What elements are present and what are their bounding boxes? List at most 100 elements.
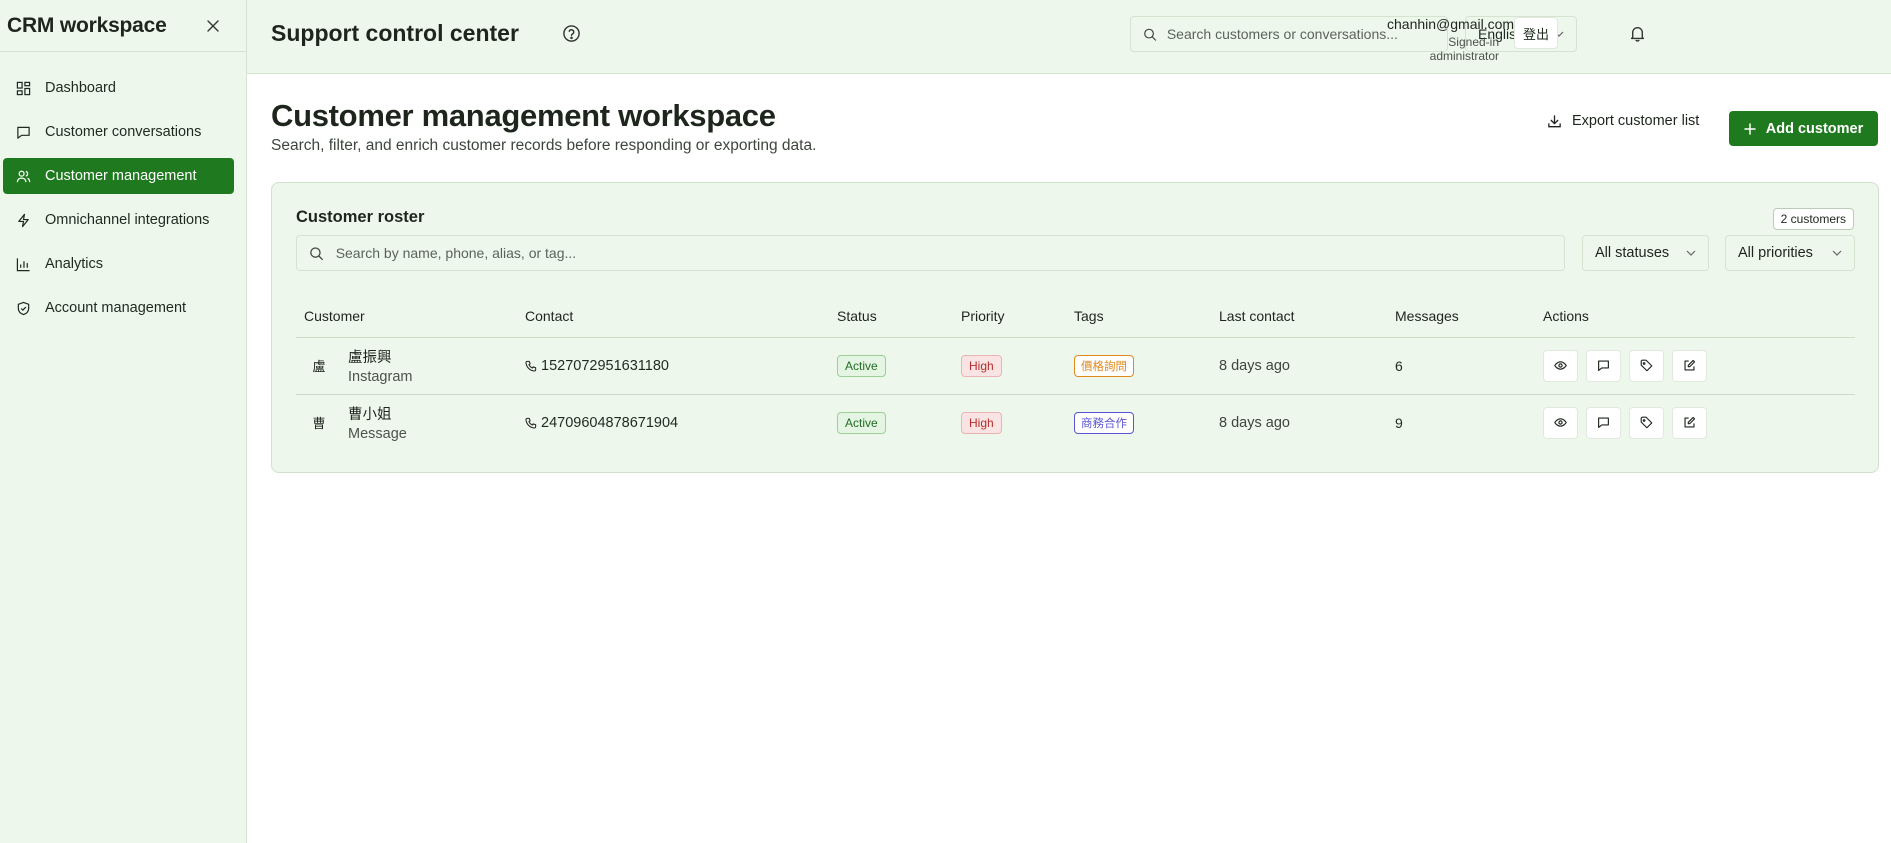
roster-search[interactable] <box>296 235 1565 271</box>
priority-cell: High <box>953 337 1066 395</box>
column-header[interactable]: Contact <box>517 295 829 338</box>
priority-filter[interactable]: All priorities <box>1725 235 1855 271</box>
status-badge: Active <box>837 411 886 434</box>
export-label: Export customer list <box>1572 113 1700 129</box>
view-button[interactable] <box>1543 406 1578 439</box>
status-filter[interactable]: All statuses <box>1582 235 1709 271</box>
customer-count-badge: 2 customers <box>1772 208 1854 230</box>
customer-table: Customer Contact Status Priority Tags La… <box>296 295 1855 451</box>
chevron-down-icon <box>1832 250 1842 256</box>
dashboard-icon <box>16 81 31 95</box>
shield-icon <box>17 301 30 315</box>
sidebar-item-account[interactable]: Account management <box>3 290 234 326</box>
sidebar-item-label: Customer management <box>45 168 197 184</box>
download-icon <box>1548 114 1561 127</box>
tag-icon <box>1640 359 1653 372</box>
help-button[interactable] <box>562 24 581 43</box>
table-row[interactable]: 曹 曹小姐 Message 24709604878671904 Active H… <box>296 394 1855 451</box>
help-icon <box>563 25 580 42</box>
priority-badge: High <box>961 354 1002 377</box>
customer-channel: Message <box>348 426 407 443</box>
view-button[interactable] <box>1543 349 1578 382</box>
tag-button[interactable] <box>1629 406 1664 439</box>
customer-name: 曹小姐 <box>348 407 392 424</box>
chat-icon <box>17 126 30 139</box>
sidebar-item-label: Omnichannel integrations <box>45 212 210 228</box>
sidebar-item-dashboard[interactable]: Dashboard <box>3 70 234 106</box>
customer-channel: Instagram <box>348 369 413 385</box>
logout-button[interactable]: 登出 <box>1514 17 1558 49</box>
edit-button[interactable] <box>1672 406 1707 439</box>
tags-cell: 價格詢問 <box>1066 337 1211 395</box>
close-sidebar-button[interactable] <box>204 17 222 35</box>
column-header[interactable]: Priority <box>953 295 1066 338</box>
status-cell: Active <box>829 337 953 395</box>
eye-icon <box>1554 361 1567 370</box>
status-badge: Active <box>837 354 886 377</box>
table-header-row: Customer Contact Status Priority Tags La… <box>296 295 1855 338</box>
status-cell: Active <box>829 394 953 451</box>
priority-filter-value: All priorities <box>1738 245 1813 261</box>
message-count: 9 <box>1395 414 1403 431</box>
roster-title: Customer roster <box>296 208 425 226</box>
tag-icon <box>1640 416 1653 429</box>
column-header[interactable]: Tags <box>1066 295 1211 338</box>
message-button[interactable] <box>1586 349 1621 382</box>
edit-icon <box>1684 417 1696 428</box>
eye-icon <box>1554 418 1567 427</box>
export-customer-list-button[interactable]: Export customer list <box>1547 110 1699 132</box>
table-row[interactable]: 盧 盧振興 Instagram 1527072951631180 Active … <box>296 337 1855 395</box>
sidebar-nav: Dashboard Customer conversations Custome… <box>0 52 246 326</box>
message-count: 6 <box>1387 337 1535 395</box>
user-role: Signed-in administrator <box>1429 35 1499 63</box>
phone-number: 1527072951631180 <box>541 357 669 374</box>
edit-icon <box>1684 359 1696 371</box>
app-title: Support control center <box>271 20 519 46</box>
customer-cell: 盧 盧振興 Instagram <box>296 337 517 395</box>
sidebar-item-conversations[interactable]: Customer conversations <box>3 114 234 150</box>
actions-cell <box>1535 337 1855 395</box>
roster-search-input[interactable] <box>335 245 1564 261</box>
chevron-down-icon <box>1686 250 1696 256</box>
user-info: chanhin@gmail.com Signed-in administrato… <box>1387 16 1514 63</box>
column-header[interactable]: Customer <box>296 295 517 338</box>
bell-icon <box>1630 27 1645 42</box>
contact-cell: 24709604878671904 <box>517 394 829 451</box>
chat-icon <box>1598 360 1609 371</box>
users-icon <box>16 170 31 182</box>
avatar: 盧 <box>312 359 326 374</box>
add-customer-button[interactable]: Add customer <box>1729 111 1878 146</box>
search-icon <box>1144 28 1157 41</box>
page-subtitle: Search, filter, and enrich customer reco… <box>271 137 817 154</box>
bar-chart-icon <box>16 257 30 271</box>
status-filter-value: All statuses <box>1595 245 1670 261</box>
sidebar-item-customer-management[interactable]: Customer management <box>3 158 234 194</box>
column-header[interactable]: Messages <box>1387 295 1535 338</box>
plus-icon <box>1744 122 1756 135</box>
sidebar-item-analytics[interactable]: Analytics <box>3 246 234 282</box>
chat-icon <box>1598 417 1609 429</box>
column-header[interactable]: Last contact <box>1211 295 1387 338</box>
priority-badge: High <box>961 411 1002 434</box>
customer-name: 盧振興 <box>348 350 392 366</box>
last-contact: 8 days ago <box>1219 414 1290 431</box>
column-header[interactable]: Status <box>829 295 953 338</box>
sidebar-item-omnichannel[interactable]: Omnichannel integrations <box>3 202 234 238</box>
message-button[interactable] <box>1586 406 1621 439</box>
last-contact: 8 days ago <box>1211 337 1387 395</box>
phone-icon <box>525 360 537 372</box>
page-title: Customer management workspace <box>271 98 776 133</box>
column-header: Actions <box>1535 295 1855 338</box>
notifications-button[interactable] <box>1629 25 1646 42</box>
top-bar: Support control center English chanhin@g… <box>247 0 1891 74</box>
customer-cell: 曹 曹小姐 Message <box>296 394 517 451</box>
priority-cell: High <box>953 394 1066 451</box>
edit-button[interactable] <box>1672 349 1707 382</box>
sidebar-header: CRM workspace <box>0 0 246 52</box>
contact-cell: 1527072951631180 <box>517 337 829 395</box>
tag-badge: 商務合作 <box>1074 411 1134 434</box>
search-icon <box>310 246 323 260</box>
tags-cell: 商務合作 <box>1066 394 1211 451</box>
brand-title: CRM workspace <box>7 13 167 37</box>
tag-button[interactable] <box>1629 349 1664 382</box>
